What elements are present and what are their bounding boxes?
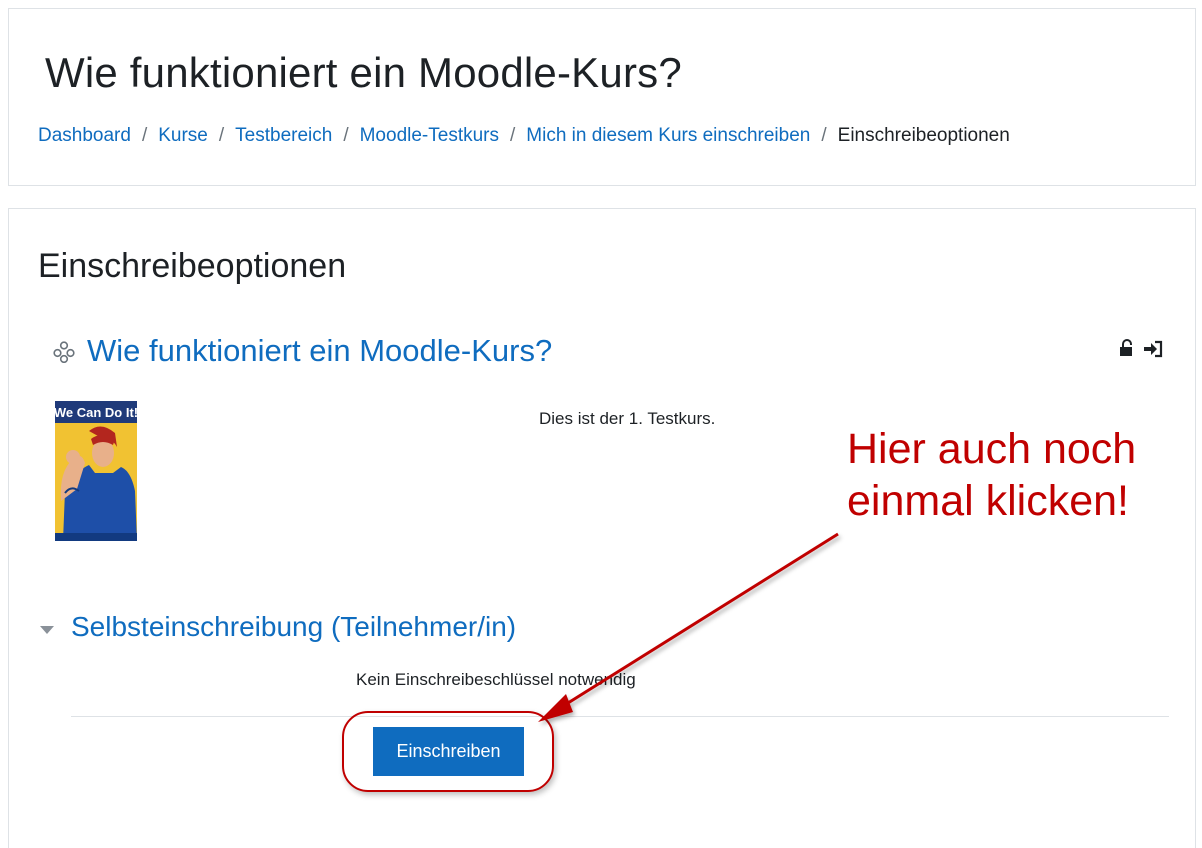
breadcrumb-separator: / bbox=[343, 125, 349, 146]
breadcrumb-kurse[interactable]: Kurse bbox=[158, 125, 208, 147]
lock-open-icon bbox=[1120, 339, 1132, 356]
enrolment-options-card: Einschreibeoptionen Wie funktioniert ein… bbox=[8, 208, 1196, 848]
section-heading: Einschreibeoptionen bbox=[38, 247, 347, 285]
course-name-link[interactable]: Wie funktioniert ein Moodle-Kurs? bbox=[87, 333, 552, 369]
breadcrumb: Dashboard / Kurse / Testbereich / Moodle… bbox=[38, 125, 1010, 147]
breadcrumb-moodle-testkurs[interactable]: Moodle-Testkurs bbox=[360, 125, 499, 147]
breadcrumb-separator: / bbox=[218, 125, 225, 146]
annotation-callout: Hier auch noch einmal klicken! bbox=[847, 423, 1136, 527]
sign-in-icon bbox=[1144, 340, 1163, 358]
breadcrumb-enrol-me[interactable]: Mich in diesem Kurs einschreiben bbox=[526, 125, 810, 147]
course-image-caption: We Can Do It! bbox=[55, 405, 137, 420]
breadcrumb-separator: / bbox=[510, 125, 516, 146]
enrolment-key-note: Kein Einschreibeschlüssel notwendig bbox=[356, 670, 636, 689]
annotation-line: Hier auch noch bbox=[847, 425, 1137, 473]
collapse-triangle-icon[interactable] bbox=[39, 624, 55, 636]
self-enrolment-title[interactable]: Selbsteinschreibung (Teilnehmer/in) bbox=[71, 611, 516, 643]
page-header: Wie funktioniert ein Moodle-Kurs? Dashbo… bbox=[8, 8, 1196, 186]
breadcrumb-current: Einschreibeoptionen bbox=[837, 125, 1010, 146]
course-summary: Dies ist der 1. Testkurs. bbox=[539, 409, 716, 428]
divider bbox=[71, 716, 1169, 717]
breadcrumb-separator: / bbox=[141, 125, 148, 146]
course-category-icon bbox=[53, 341, 75, 363]
course-image: We Can Do It! bbox=[55, 401, 137, 541]
breadcrumb-testbereich[interactable]: Testbereich bbox=[235, 125, 332, 147]
page-title: Wie funktioniert ein Moodle-Kurs? bbox=[45, 49, 682, 96]
breadcrumb-dashboard[interactable]: Dashboard bbox=[38, 125, 131, 147]
enrol-button[interactable]: Einschreiben bbox=[373, 727, 524, 776]
annotation-line: einmal klicken! bbox=[847, 477, 1129, 525]
breadcrumb-separator: / bbox=[821, 125, 827, 146]
